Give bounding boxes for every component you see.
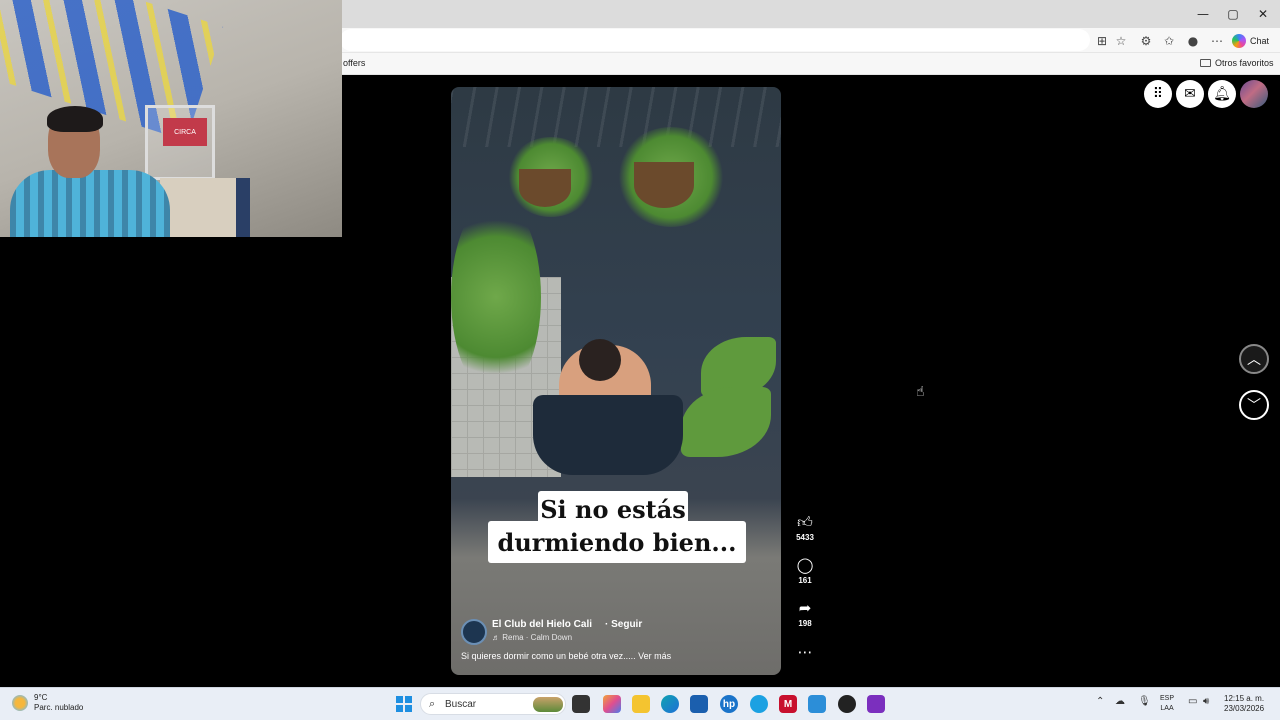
share-arrow-icon: ➦: [798, 599, 812, 617]
more-menu-icon[interactable]: ⋯: [1208, 32, 1226, 50]
weather-widget[interactable]: 9°C Parc. nublado: [12, 693, 83, 713]
reel-video[interactable]: Si no estás durmiendo bien... El Club de…: [451, 87, 781, 675]
pergola-shadow: [451, 87, 781, 147]
previous-reel-button[interactable]: ︿: [1239, 344, 1269, 374]
mail-icon[interactable]: [808, 695, 826, 713]
store-icon[interactable]: [690, 695, 708, 713]
network-icon[interactable]: ▭: [1188, 696, 1197, 707]
chair: [160, 178, 250, 237]
profile-icon[interactable]: ●: [1184, 32, 1202, 50]
copilot-chat-button[interactable]: Chat: [1232, 31, 1269, 51]
comment-count: 161: [798, 576, 812, 585]
caption-line-2: durmiendo bien...: [488, 521, 746, 563]
comment-button[interactable]: ◯ 161: [793, 556, 817, 586]
page-name-link[interactable]: El Club del Hielo Cali: [492, 619, 592, 630]
messenger-icon[interactable]: ✉: [1176, 80, 1204, 108]
mcafee-icon[interactable]: M: [779, 695, 797, 713]
volume-icon[interactable]: 🔊︎: [1203, 696, 1209, 707]
copilot-app-icon[interactable]: [603, 695, 621, 713]
obs-icon[interactable]: [838, 695, 856, 713]
comment-bubble-icon: ◯: [796, 556, 814, 574]
extensions-icon[interactable]: ⚙: [1137, 32, 1155, 50]
hanging-pot-left: [519, 169, 571, 207]
like-count: 5433: [796, 533, 814, 542]
weather-condition: Parc. nublado: [34, 703, 84, 712]
search-icon: ⌕: [429, 697, 436, 710]
clock-date: 23/03/2026: [1224, 704, 1265, 713]
hand-cursor-icon: ☝: [916, 384, 925, 400]
favorite-star-icon[interactable]: ☆: [1112, 32, 1130, 50]
reel-description[interactable]: Si quieres dormir como un bebé otra vez.…: [461, 651, 671, 661]
clock-time: 12:15 a. m.: [1224, 694, 1265, 703]
url-field[interactable]: [340, 29, 1090, 51]
chat-label: Chat: [1250, 36, 1270, 46]
music-label[interactable]: ♬ Rema · Calm Down: [492, 633, 572, 642]
hp-support-icon[interactable]: [750, 695, 768, 713]
task-view-icon[interactable]: [572, 695, 590, 713]
apps-grid-icon[interactable]: ⠿: [1144, 80, 1172, 108]
palm-plant: [451, 197, 541, 397]
microphone-icon[interactable]: 🎙︎: [1138, 696, 1151, 707]
person-head: [579, 339, 621, 381]
temperature: 9°C: [34, 693, 48, 702]
other-favorites-label: Otros favoritos: [1215, 58, 1274, 68]
page-avatar[interactable]: [461, 619, 487, 645]
hp-app-icon[interactable]: hp: [720, 695, 738, 713]
hanging-pot-right: [634, 162, 694, 208]
keyboard-layout: LAA: [1160, 705, 1174, 712]
tray-chevron-up-icon[interactable]: ⌃: [1096, 696, 1104, 707]
next-reel-button[interactable]: ﹀: [1239, 390, 1269, 420]
weather-text: 9°C Parc. nublado: [34, 693, 83, 713]
onedrive-icon[interactable]: ☁: [1115, 696, 1125, 707]
red-box: CIRCA: [163, 118, 207, 146]
chevron-up-icon: ︿: [1247, 352, 1261, 368]
share-count: 198: [798, 619, 812, 628]
minimize-button[interactable]: —: [1186, 4, 1220, 24]
notifications-bell-icon[interactable]: 🔔︎: [1208, 80, 1236, 108]
chevron-down-icon: ﹀: [1247, 398, 1261, 414]
screen: — ▢ ✕ ⊞ ☆ ⚙ ✩ ● ⋯ Chat offers Otros favo…: [0, 0, 1280, 720]
search-placeholder: Buscar: [445, 699, 477, 710]
more-dots-icon: ⋯: [797, 643, 813, 661]
thumbs-up-icon: 👍︎: [797, 513, 813, 531]
language-indicator[interactable]: ESP LAA: [1160, 694, 1174, 714]
search-highlight-image: [533, 697, 563, 712]
system-clock[interactable]: 12:15 a. m. 23/03/2026: [1224, 694, 1264, 714]
app-available-icon[interactable]: ⊞: [1093, 32, 1111, 50]
file-explorer-icon[interactable]: [632, 695, 650, 713]
windows-start-icon[interactable]: [396, 696, 412, 712]
maximize-button[interactable]: ▢: [1216, 4, 1250, 24]
other-favorites-folder[interactable]: Otros favoritos: [1200, 58, 1274, 68]
bookmark-offers[interactable]: offers: [343, 58, 365, 68]
share-button[interactable]: ➦ 198: [793, 599, 817, 629]
folder-icon: [1200, 59, 1211, 67]
favorites-icon[interactable]: ✩: [1160, 32, 1178, 50]
windows-taskbar: 9°C Parc. nublado ⌕ Buscar hp M ⌃ ☁ 🎙︎ E…: [0, 687, 1280, 720]
big-leaf: [681, 387, 771, 457]
video-caption: Si no estás durmiendo bien...: [488, 491, 746, 567]
profile-avatar[interactable]: [1240, 80, 1268, 108]
more-options-button[interactable]: ⋯: [793, 645, 817, 660]
follow-button[interactable]: · Seguir: [605, 619, 642, 630]
taskbar-search[interactable]: ⌕ Buscar: [420, 693, 566, 715]
ice-tub: [533, 395, 683, 475]
partly-cloudy-icon: [12, 695, 28, 711]
copilot-icon: [1232, 34, 1246, 48]
clipchamp-icon[interactable]: [867, 695, 885, 713]
streamer-hair: [47, 106, 103, 132]
streamer-shirt: [10, 170, 170, 237]
like-button[interactable]: 👍︎ 5433: [793, 513, 817, 543]
close-button[interactable]: ✕: [1246, 4, 1280, 24]
webcam-overlay: CIRCA: [0, 0, 342, 237]
language-code: ESP: [1160, 695, 1175, 702]
edge-browser-icon[interactable]: [661, 695, 679, 713]
